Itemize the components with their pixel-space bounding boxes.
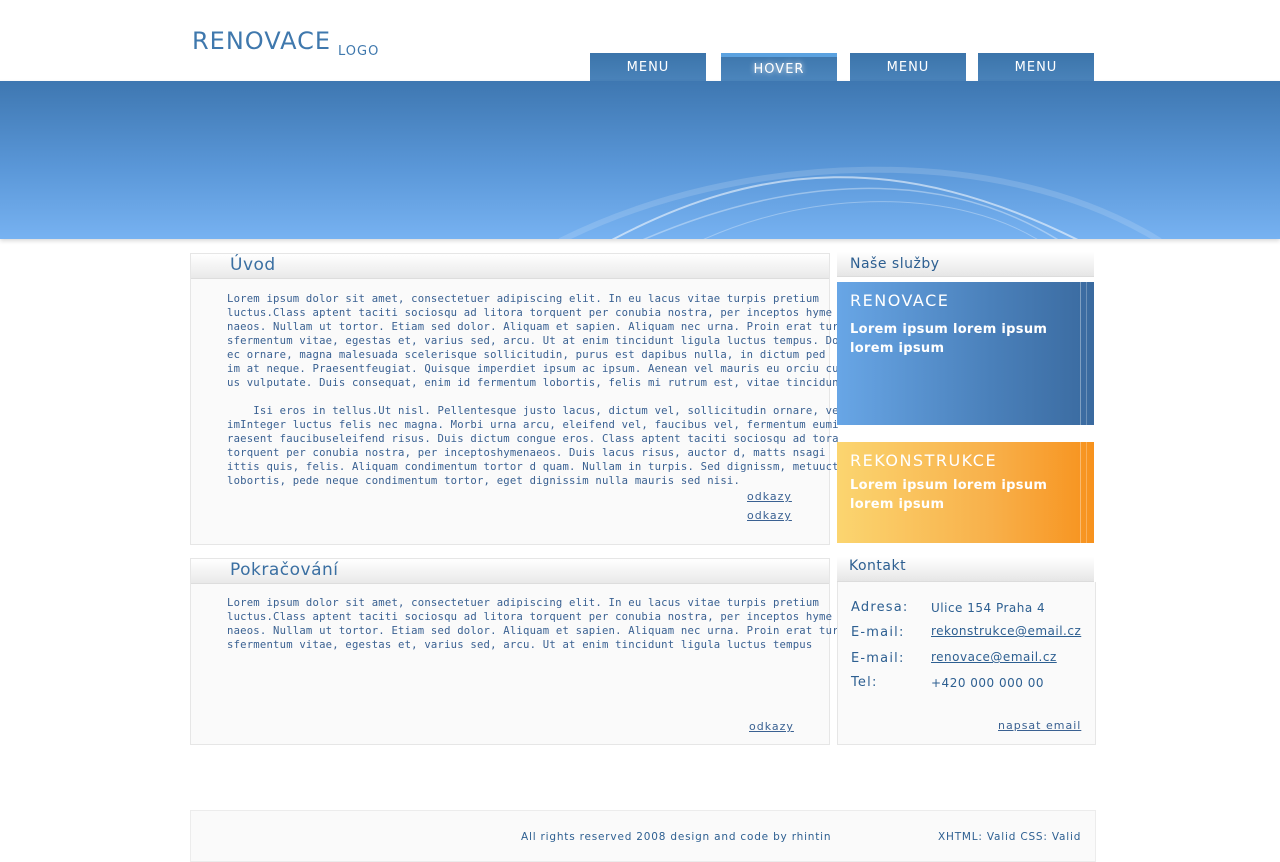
article-continued-title: Pokračování	[230, 560, 339, 580]
banner-swoosh-decoration	[558, 166, 1162, 239]
article-intro-paragraph-1: Lorem ipsum dolor sit amet, consectetuer…	[227, 293, 846, 389]
contact-address-label: Adresa:	[851, 600, 909, 615]
nav-menu-3[interactable]: MENU	[850, 53, 966, 81]
site-logo[interactable]: RENOVACE	[192, 27, 331, 55]
article-continued-paragraph: Lorem ipsum dolor sit amet, consectetuer…	[227, 597, 846, 651]
nav-menu-1[interactable]: MENU	[590, 53, 706, 81]
promo-stripe	[1080, 282, 1081, 425]
promo-rekonstrukce-title: REKONSTRUKCE	[850, 451, 998, 470]
services-header: Naše služby	[837, 252, 1094, 277]
article-intro-title: Úvod	[230, 255, 276, 275]
article-continued-link[interactable]: odkazy	[749, 720, 794, 733]
promo-stripe	[1080, 442, 1081, 543]
footer: All rights reserved 2008 design and code…	[190, 810, 1096, 862]
footer-validators[interactable]: XHTML: Valid CSS: Valid	[938, 831, 1081, 843]
article-intro-header	[191, 254, 829, 279]
article-intro: Úvod Lorem ipsum dolor sit amet, consect…	[190, 253, 871, 545]
contact-phone-value: +420 000 000 00	[931, 676, 1044, 690]
contact-email-label: E-mail:	[851, 651, 905, 666]
nav-menu-4[interactable]: MENU	[978, 53, 1094, 81]
promo-stripe	[1086, 282, 1087, 425]
contact-email-label: E-mail:	[851, 625, 905, 640]
hero-banner	[0, 81, 1280, 239]
contact-box: Adresa: Ulice 154 Praha 4 E-mail: rekons…	[837, 582, 1096, 745]
article-continued: Pokračování Lorem ipsum dolor sit amet, …	[190, 558, 845, 745]
promo-renovace-text: Lorem ipsum lorem ipsum lorem ipsum	[850, 322, 1048, 356]
contact-email-renovace-link[interactable]: renovace@email.cz	[931, 650, 1057, 664]
services-title: Naše služby	[850, 256, 940, 272]
promo-stripe	[1086, 442, 1087, 543]
article-intro-paragraph-2: Isi eros in tellus.Ut nisl. Pellentesque…	[227, 405, 871, 487]
footer-copyright: All rights reserved 2008 design and code…	[521, 831, 832, 843]
promo-rekonstrukce-text: Lorem ipsum lorem ipsum lorem ipsum	[850, 478, 1048, 512]
promo-renovace[interactable]: RENOVACE Lorem ipsum lorem ipsum lorem i…	[837, 282, 1094, 425]
contact-title: Kontakt	[849, 558, 907, 574]
promo-renovace-title: RENOVACE	[850, 291, 950, 310]
write-email-link[interactable]: napsat email	[998, 719, 1081, 732]
logo-subtitle: LOGO	[338, 44, 380, 59]
contact-address-value: Ulice 154 Praha 4	[931, 601, 1046, 615]
contact-phone-label: Tel:	[851, 675, 878, 690]
contact-header: Kontakt	[837, 557, 1094, 582]
article-intro-link-1[interactable]: odkazy	[747, 490, 792, 503]
contact-email-rekonstrukce-link[interactable]: rekonstrukce@email.cz	[931, 624, 1081, 638]
promo-rekonstrukce[interactable]: REKONSTRUKCE Lorem ipsum lorem ipsum lor…	[837, 442, 1094, 543]
article-intro-link-2[interactable]: odkazy	[747, 509, 792, 522]
nav-menu-hover[interactable]: HOVER	[721, 53, 837, 81]
